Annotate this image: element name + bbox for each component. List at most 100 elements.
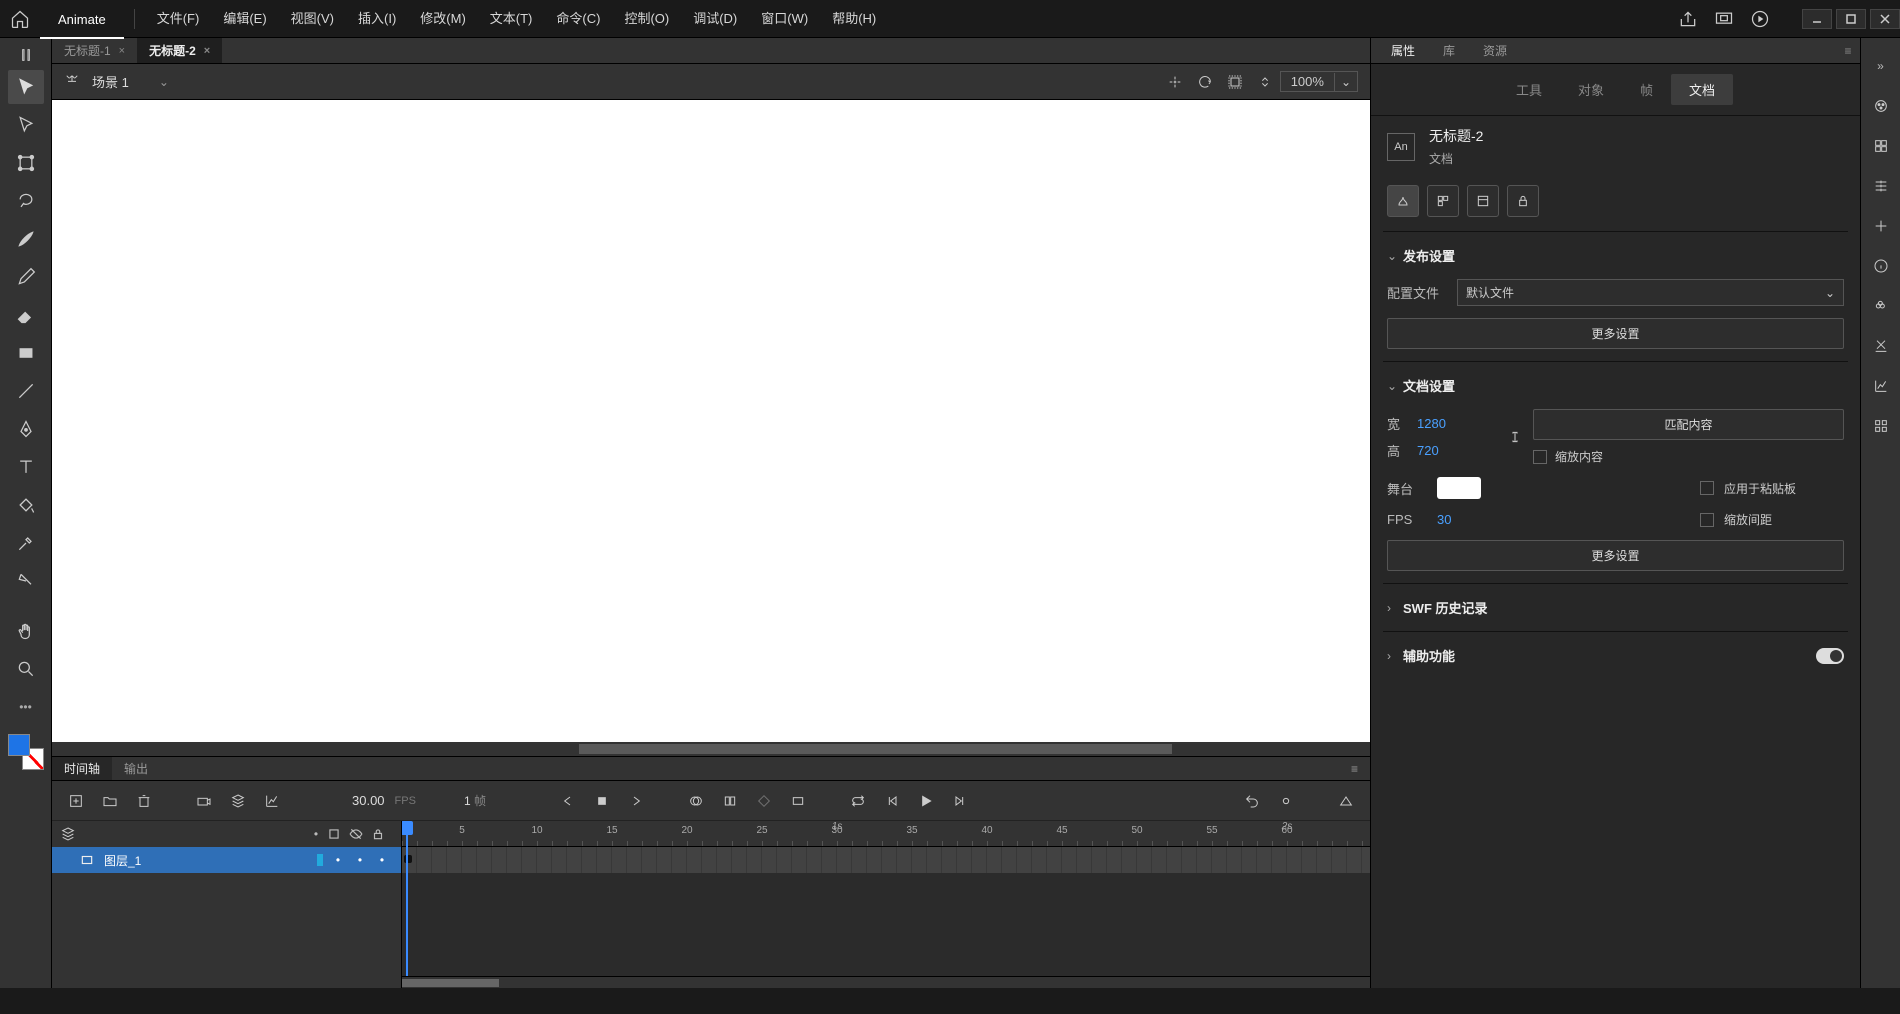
menu-modify[interactable]: 修改(M) bbox=[408, 0, 478, 38]
subtab-object[interactable]: 对象 bbox=[1560, 74, 1622, 105]
tool-line[interactable] bbox=[8, 374, 44, 408]
delete-layer-icon[interactable] bbox=[130, 787, 158, 815]
a11y-toggle[interactable] bbox=[1816, 648, 1844, 664]
library-panel-icon[interactable] bbox=[1866, 286, 1896, 326]
layer-name[interactable]: 图层_1 bbox=[104, 852, 317, 869]
play-icon[interactable] bbox=[912, 787, 940, 815]
step-back-icon[interactable] bbox=[878, 787, 906, 815]
clip-icon[interactable] bbox=[1220, 68, 1250, 96]
doc-tab-2[interactable]: 无标题-2 × bbox=[137, 38, 222, 63]
folder-icon[interactable] bbox=[96, 787, 124, 815]
section-docset[interactable]: ⌄ 文档设置 bbox=[1383, 368, 1848, 403]
doc-fps[interactable]: 30 bbox=[1437, 512, 1451, 527]
more-docset-button[interactable]: 更多设置 bbox=[1387, 540, 1844, 571]
menu-file[interactable]: 文件(F) bbox=[145, 0, 212, 38]
menu-help[interactable]: 帮助(H) bbox=[820, 0, 888, 38]
history-panel-icon[interactable] bbox=[1866, 326, 1896, 366]
tab-library[interactable]: 库 bbox=[1429, 38, 1469, 63]
stop-icon[interactable] bbox=[588, 787, 616, 815]
tool-selection[interactable] bbox=[8, 70, 44, 104]
onion-icon[interactable] bbox=[682, 787, 710, 815]
menu-edit[interactable]: 编辑(E) bbox=[211, 0, 278, 38]
undo-icon[interactable] bbox=[1238, 787, 1266, 815]
components-panel-icon[interactable] bbox=[1866, 406, 1896, 446]
apply-paste-checkbox[interactable] bbox=[1700, 481, 1714, 495]
visibility-icon[interactable] bbox=[349, 827, 371, 841]
layers-icon[interactable] bbox=[60, 826, 82, 842]
tool-eyedropper[interactable] bbox=[8, 526, 44, 560]
subtab-frame[interactable]: 帧 bbox=[1622, 74, 1671, 105]
playhead[interactable] bbox=[406, 821, 408, 988]
chevron-down-icon[interactable]: ⌄ bbox=[159, 75, 169, 89]
fill-swatch[interactable] bbox=[8, 734, 30, 756]
window-close[interactable] bbox=[1870, 9, 1900, 29]
transform-panel-icon[interactable] bbox=[1866, 206, 1896, 246]
close-icon[interactable]: × bbox=[119, 45, 125, 57]
doc-mode-3-icon[interactable] bbox=[1467, 185, 1499, 217]
layer-row[interactable]: 图层_1 • • • bbox=[52, 847, 401, 873]
subtab-tool[interactable]: 工具 bbox=[1498, 74, 1560, 105]
layer-depth-icon[interactable] bbox=[224, 787, 252, 815]
doc-width[interactable]: 1280 bbox=[1417, 416, 1446, 431]
menu-commands[interactable]: 命令(C) bbox=[544, 0, 612, 38]
doc-mode-1-icon[interactable] bbox=[1387, 185, 1419, 217]
tab-output[interactable]: 输出 bbox=[112, 757, 160, 780]
marker-icon[interactable] bbox=[1272, 787, 1300, 815]
menu-view[interactable]: 视图(V) bbox=[279, 0, 346, 38]
tool-pencil[interactable] bbox=[8, 260, 44, 294]
tool-lasso[interactable] bbox=[8, 184, 44, 218]
screen-icon[interactable] bbox=[1706, 0, 1742, 38]
outline-icon[interactable] bbox=[327, 827, 349, 841]
add-layer-icon[interactable] bbox=[62, 787, 90, 815]
collapse-icon[interactable] bbox=[0, 42, 51, 68]
expand-dock-icon[interactable]: » bbox=[1866, 46, 1896, 86]
tool-paint-bucket[interactable] bbox=[8, 488, 44, 522]
layer-highlight-dot[interactable]: • bbox=[327, 853, 349, 867]
align-panel-icon[interactable] bbox=[1866, 166, 1896, 206]
layer-lock-dot[interactable]: • bbox=[371, 853, 393, 867]
profile-select[interactable]: 默认文件 ⌄ bbox=[1457, 279, 1844, 306]
home-icon[interactable] bbox=[0, 0, 40, 38]
zoom-updown-icon[interactable] bbox=[1250, 68, 1280, 96]
tool-subselection[interactable] bbox=[8, 108, 44, 142]
menu-debug[interactable]: 调试(D) bbox=[681, 0, 749, 38]
timeline-track-row[interactable] bbox=[402, 847, 1370, 873]
tool-rectangle[interactable] bbox=[8, 336, 44, 370]
info-panel-icon[interactable] bbox=[1866, 246, 1896, 286]
section-swf[interactable]: › SWF 历史记录 bbox=[1383, 590, 1848, 625]
camera-icon[interactable] bbox=[190, 787, 218, 815]
tool-camera[interactable] bbox=[8, 564, 44, 598]
tool-brush[interactable] bbox=[8, 222, 44, 256]
menu-window[interactable]: 窗口(W) bbox=[749, 0, 820, 38]
layer-visibility-dot[interactable]: • bbox=[349, 853, 371, 867]
current-frame[interactable]: 1 bbox=[464, 794, 471, 808]
tab-timeline[interactable]: 时间轴 bbox=[52, 757, 112, 780]
panel-menu-icon[interactable]: ≡ bbox=[1339, 757, 1370, 780]
lock-icon[interactable] bbox=[371, 827, 393, 841]
section-a11y[interactable]: › 辅助功能 bbox=[1383, 638, 1848, 673]
zoom-select[interactable]: 100% ⌄ bbox=[1280, 71, 1358, 92]
tool-zoom[interactable] bbox=[8, 652, 44, 686]
stage-color-swatch[interactable] bbox=[1437, 477, 1481, 499]
tool-more[interactable]: ••• bbox=[8, 690, 44, 724]
window-minimize[interactable] bbox=[1802, 9, 1832, 29]
panel-menu-icon[interactable]: ≡ bbox=[1836, 38, 1860, 63]
more-publish-button[interactable]: 更多设置 bbox=[1387, 318, 1844, 349]
share-icon[interactable] bbox=[1670, 0, 1706, 38]
swatches-panel-icon[interactable] bbox=[1866, 126, 1896, 166]
window-maximize[interactable] bbox=[1836, 9, 1866, 29]
scene-icon[interactable] bbox=[64, 74, 80, 90]
rotate-icon[interactable] bbox=[1190, 68, 1220, 96]
graph-icon[interactable] bbox=[258, 787, 286, 815]
tool-free-transform[interactable] bbox=[8, 146, 44, 180]
color-panel-icon[interactable] bbox=[1866, 86, 1896, 126]
stage-hscroll[interactable] bbox=[52, 742, 1370, 756]
color-swatches[interactable] bbox=[8, 734, 44, 770]
scrollbar-thumb[interactable] bbox=[402, 979, 499, 987]
scene-label[interactable]: 场景 1 bbox=[92, 72, 129, 91]
stage-area[interactable] bbox=[52, 100, 1370, 756]
scale-spacing-checkbox[interactable] bbox=[1700, 513, 1714, 527]
tool-pen[interactable] bbox=[8, 412, 44, 446]
insert-frame-icon[interactable] bbox=[784, 787, 812, 815]
match-content-button[interactable]: 匹配内容 bbox=[1533, 409, 1844, 440]
